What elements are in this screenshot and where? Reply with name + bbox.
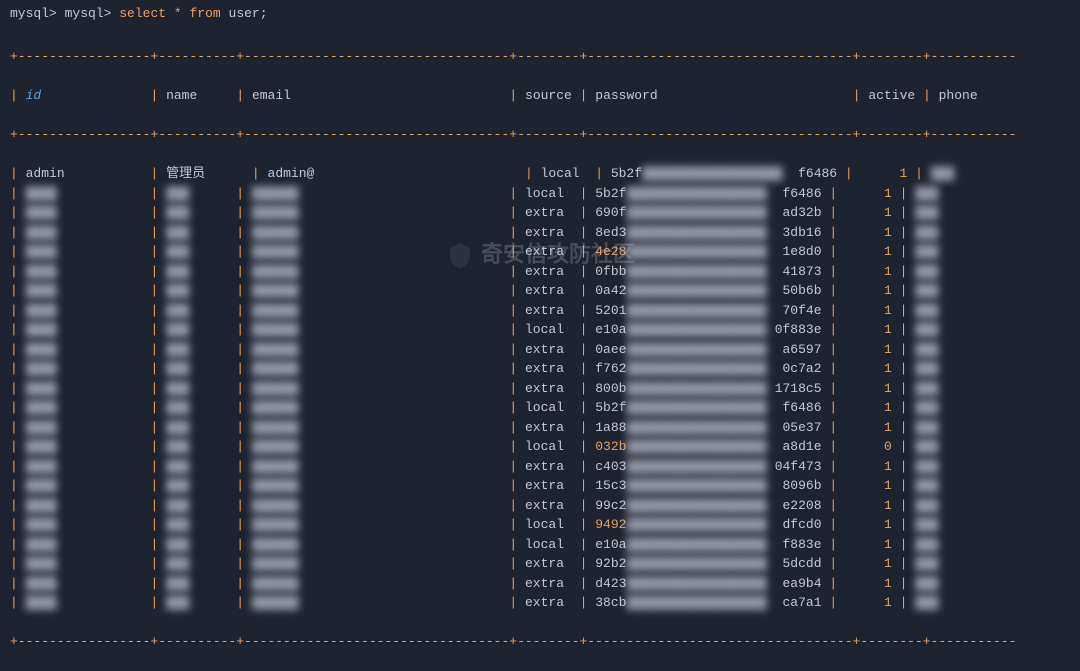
- col-header-active: active: [868, 88, 915, 103]
- mysql-result-table: +-----------------+----------+----------…: [10, 28, 1070, 671]
- table-row: | ████ | ███ | ██████ | local | 5b2f████…: [10, 184, 1070, 204]
- col-header-phone: phone: [939, 88, 978, 103]
- table-row: | ████ | ███ | ██████ | extra | 0fbb████…: [10, 262, 1070, 282]
- table-row: | ████ | ███ | ██████ | extra | c403████…: [10, 457, 1070, 477]
- table-border-top: +-----------------+----------+----------…: [10, 47, 1070, 67]
- table-header-row: | id | name | email | source | password …: [10, 86, 1070, 106]
- table-row: | ████ | ███ | ██████ | extra | 690f████…: [10, 203, 1070, 223]
- table-row: | ████ | ███ | ██████ | local | 5b2f████…: [10, 398, 1070, 418]
- col-header-source: source: [525, 88, 572, 103]
- col-header-email: email: [252, 88, 291, 103]
- table-row: | ████ | ███ | ██████ | local | e10a████…: [10, 320, 1070, 340]
- table-row: | ████ | ███ | ██████ | extra | 92b2████…: [10, 554, 1070, 574]
- table-border-mid: +-----------------+----------+----------…: [10, 125, 1070, 145]
- table-row: | ████ | ███ | ██████ | local | e10a████…: [10, 535, 1070, 555]
- table-row: | ████ | ███ | ██████ | extra | f762████…: [10, 359, 1070, 379]
- col-header-password: password: [595, 88, 657, 103]
- table-row: | ████ | ███ | ██████ | extra | 8ed3████…: [10, 223, 1070, 243]
- table-row: | ████ | ███ | ██████ | extra | 15c3████…: [10, 476, 1070, 496]
- table-row: | ████ | ███ | ██████ | extra | d423████…: [10, 574, 1070, 594]
- table-row: | ████ | ███ | ██████ | local | 9492████…: [10, 515, 1070, 535]
- table-row: | ████ | ███ | ██████ | extra | 0a42████…: [10, 281, 1070, 301]
- table-row: | ████ | ███ | ██████ | extra | 1a88████…: [10, 418, 1070, 438]
- col-header-name: name: [166, 88, 197, 103]
- table-row: | ████ | ███ | ██████ | extra | 38cb████…: [10, 593, 1070, 613]
- table-row: | ████ | ███ | ██████ | extra | 4e28████…: [10, 242, 1070, 262]
- table-row: | ████ | ███ | ██████ | extra | 800b████…: [10, 379, 1070, 399]
- table-row: | admin | 管理员 | admin@ | local | 5b2f███…: [10, 164, 1070, 184]
- table-row: | ████ | ███ | ██████ | extra | 0aee████…: [10, 340, 1070, 360]
- table-border-bottom: +-----------------+----------+----------…: [10, 632, 1070, 652]
- col-header-id: id: [26, 88, 42, 103]
- mysql-prompt: mysql> mysql> select * from user;: [10, 4, 1070, 24]
- table-row: | ████ | ███ | ██████ | extra | 99c2████…: [10, 496, 1070, 516]
- table-row: | ████ | ███ | ██████ | extra | 5201████…: [10, 301, 1070, 321]
- table-row: | ████ | ███ | ██████ | local | 032b████…: [10, 437, 1070, 457]
